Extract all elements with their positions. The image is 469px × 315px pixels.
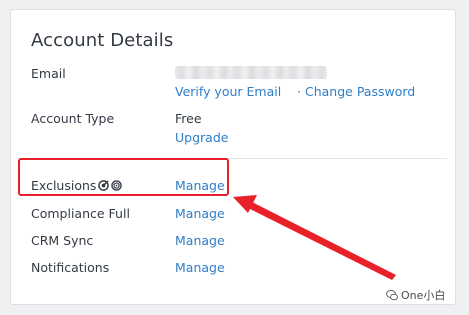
watermark: One小白 (386, 287, 445, 303)
annotation-arrow (233, 195, 396, 280)
watermark-text: One小白 (401, 289, 446, 302)
chat-bubble-icon (386, 289, 398, 301)
annotation-arrow-shaft (244, 200, 396, 280)
